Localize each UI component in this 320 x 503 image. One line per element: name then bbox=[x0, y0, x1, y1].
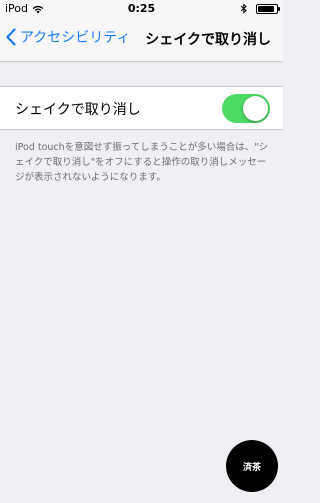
shake-to-undo-toggle[interactable] bbox=[222, 94, 270, 123]
setting-footnote: iPod touchを意図せず振ってしまうことが多い場合は、"シェイクで取り消し… bbox=[15, 142, 269, 183]
status-right bbox=[240, 3, 280, 14]
setting-label: シェイクで取り消し bbox=[15, 102, 141, 118]
watermark-text: 済茶 bbox=[242, 462, 261, 473]
battery-fill bbox=[258, 5, 275, 12]
chevron-left-icon bbox=[6, 28, 16, 46]
back-button-label: アクセシビリティ bbox=[20, 30, 131, 46]
bluetooth-icon bbox=[240, 3, 247, 14]
shake-to-undo-cell: シェイクで取り消し bbox=[0, 86, 283, 130]
watermark-logo: 済茶 bbox=[226, 440, 278, 492]
navigation-bar: アクセシビリティ シェイクで取り消し bbox=[0, 18, 283, 62]
battery-icon bbox=[256, 3, 280, 14]
toggle-knob bbox=[243, 96, 268, 121]
back-button[interactable]: アクセシビリティ bbox=[6, 27, 130, 47]
page-title: シェイクで取り消し bbox=[145, 32, 271, 48]
status-bar: iPod 0:25 bbox=[0, 0, 283, 18]
